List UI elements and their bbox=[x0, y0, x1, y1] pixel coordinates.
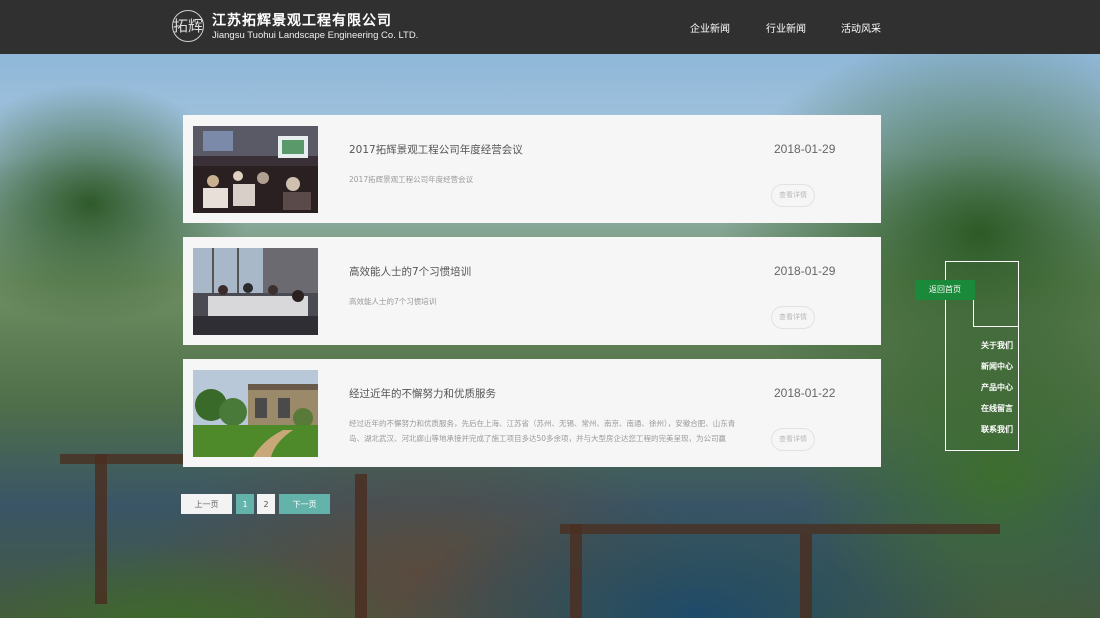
news-item[interactable]: 高效能人士的7个习惯培训 高效能人士的7个习惯培训 2018-01-29 查看详… bbox=[183, 237, 881, 345]
company-name-cn: 江苏拓辉景观工程有限公司 bbox=[212, 13, 392, 29]
railing-post bbox=[95, 454, 107, 604]
side-item-message[interactable]: 在线留言 bbox=[981, 403, 1013, 414]
news-date: 2018-01-22 bbox=[774, 386, 836, 400]
nav-activities[interactable]: 活动风采 bbox=[841, 20, 881, 35]
news-date: 2018-01-29 bbox=[774, 142, 836, 156]
news-title[interactable]: 经过近年的不懈努力和优质服务 bbox=[349, 386, 496, 401]
news-date: 2018-01-29 bbox=[774, 264, 836, 278]
news-item[interactable]: 2017拓辉景观工程公司年度经营会议 2017拓辉景观工程公司年度经营会议 20… bbox=[183, 115, 881, 223]
news-title[interactable]: 高效能人士的7个习惯培训 bbox=[349, 264, 471, 279]
railing-post bbox=[570, 524, 582, 618]
side-item-news[interactable]: 新闻中心 bbox=[981, 361, 1013, 372]
railing-post bbox=[355, 474, 367, 618]
railing-post bbox=[800, 534, 812, 618]
news-summary: 2017拓辉景观工程公司年度经营会议 bbox=[349, 175, 474, 184]
news-summary: 高效能人士的7个习惯培训 bbox=[349, 297, 437, 306]
page-1-button[interactable]: 1 bbox=[236, 494, 254, 514]
prev-page-button[interactable]: 上一页 bbox=[181, 494, 232, 514]
company-name-en: Jiangsu Tuohui Landscape Engineering Co.… bbox=[212, 30, 419, 41]
news-item[interactable]: 经过近年的不懈努力和优质服务 经过近年的不懈努力和优质服务，先后在上海、江苏省（… bbox=[183, 359, 881, 467]
side-item-contact[interactable]: 联系我们 bbox=[981, 424, 1013, 435]
next-page-button[interactable]: 下一页 bbox=[279, 494, 330, 514]
back-home-button[interactable]: 返回首页 bbox=[915, 280, 975, 300]
side-menu-divider bbox=[973, 300, 974, 327]
news-thumbnail-training[interactable] bbox=[193, 248, 318, 335]
view-details-button[interactable]: 查看详情 bbox=[771, 306, 815, 329]
news-summary: 经过近年的不懈努力和优质服务，先后在上海、江苏省（苏州、无锡、常州、南京、南通、… bbox=[349, 419, 736, 443]
side-item-products[interactable]: 产品中心 bbox=[981, 382, 1013, 393]
nav-industry-news[interactable]: 行业新闻 bbox=[766, 20, 806, 35]
side-item-about[interactable]: 关于我们 bbox=[981, 340, 1013, 351]
news-title[interactable]: 2017拓辉景观工程公司年度经营会议 bbox=[349, 142, 523, 157]
railing bbox=[560, 524, 1000, 534]
news-thumbnail-meeting[interactable] bbox=[193, 126, 318, 213]
view-details-button[interactable]: 查看详情 bbox=[771, 184, 815, 207]
site-header: 拓辉 江苏拓辉景观工程有限公司 Jiangsu Tuohui Landscape… bbox=[0, 0, 1100, 54]
page-2-button[interactable]: 2 bbox=[257, 494, 275, 514]
nav-company-news[interactable]: 企业新闻 bbox=[690, 20, 730, 35]
news-thumbnail-landscape[interactable] bbox=[193, 370, 318, 457]
view-details-button[interactable]: 查看详情 bbox=[771, 428, 815, 451]
logo-icon[interactable]: 拓辉 bbox=[172, 10, 204, 42]
side-menu-divider bbox=[973, 326, 1019, 327]
